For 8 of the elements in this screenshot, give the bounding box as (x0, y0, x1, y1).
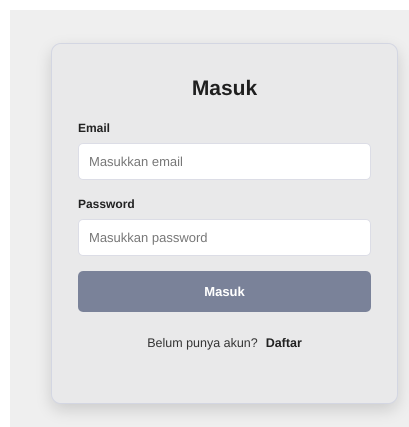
field-label: Password (78, 196, 135, 212)
signup-prompt: Belum punya akun? (147, 335, 258, 352)
email-field[interactable]: Masukkan email (78, 143, 371, 180)
login-button[interactable]: Masuk (78, 271, 371, 312)
field-label: Email (78, 120, 110, 136)
form-title: Masuk (190, 76, 258, 102)
signup-link[interactable]: Daftar (266, 334, 302, 353)
password-field[interactable]: Masukkan password (78, 219, 371, 256)
